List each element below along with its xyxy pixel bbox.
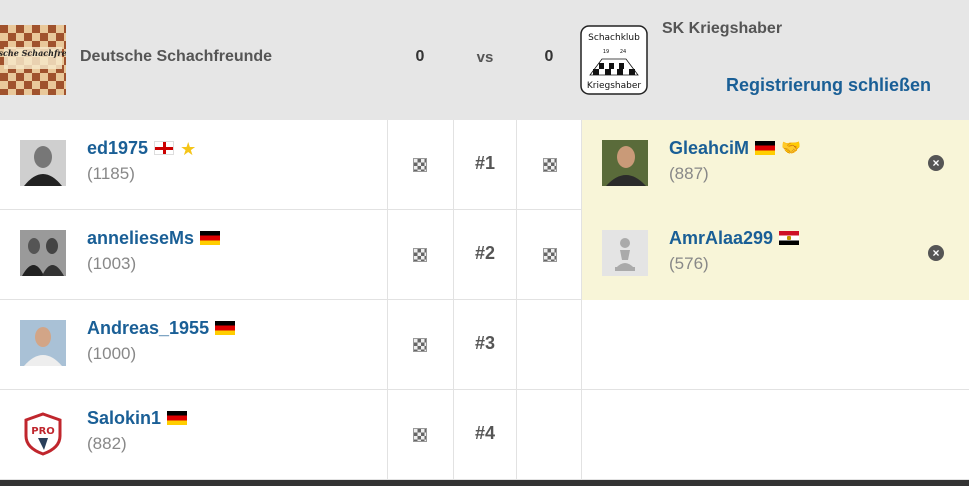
board-number: #4 <box>453 390 516 480</box>
germany-flag-icon <box>200 231 221 246</box>
chessboard-icon[interactable] <box>413 338 427 352</box>
home-player-name[interactable]: Salokin1 <box>87 408 188 429</box>
boards-table: ed1975 ★ (1185) #1 GleahciM 🤝 (887) × anne… <box>0 120 969 480</box>
match-header: Deutsche Schachfreunde Deutsche Schachfr… <box>0 0 969 120</box>
remove-circle-icon[interactable]: × <box>928 155 944 171</box>
player-name-text[interactable]: AmrAlaa299 <box>669 228 773 248</box>
home-player-rating: (1000) <box>87 344 137 363</box>
away-player-cell: GleahciM 🤝 (887) × <box>581 120 969 210</box>
home-score: 0 <box>415 48 425 65</box>
board-row: ed1975 ★ (1185) #1 GleahciM 🤝 (887) × <box>0 120 969 210</box>
home-player-name[interactable]: Andreas_1955 <box>87 318 236 339</box>
home-player-rating: (1185) <box>87 164 135 183</box>
avatar[interactable]: PRO <box>20 410 66 456</box>
home-team-name[interactable]: Deutsche Schachfreunde <box>80 48 272 66</box>
board-row: annelieseMs (1003) #2 AmrAlaa299 (576) × <box>0 210 969 300</box>
svg-text:PRO: PRO <box>31 426 55 437</box>
home-logo-line1: Deutsche Schachfreunde <box>0 48 66 58</box>
away-player-cell-empty <box>581 390 969 480</box>
away-player-rating: (576) <box>669 254 709 273</box>
chessboard-icon[interactable] <box>413 158 427 172</box>
home-team-logo[interactable]: Deutsche Schachfreunde <box>0 25 66 95</box>
board-row: PRO Salokin1 (882) #4 <box>0 390 969 480</box>
player-name-text[interactable]: annelieseMs <box>87 228 194 248</box>
egypt-flag-icon <box>779 231 800 246</box>
avatar[interactable] <box>20 230 66 276</box>
away-team-name[interactable]: SK Kriegshaber <box>662 20 782 38</box>
avatar[interactable] <box>602 140 648 186</box>
away-player-name[interactable]: GleahciM 🤝 <box>669 138 801 159</box>
england-flag-icon <box>154 141 175 156</box>
remove-circle-icon[interactable]: × <box>928 245 944 261</box>
away-logo-bottom-text: Kriegshaber <box>587 81 642 91</box>
away-logo-year-right: 24 <box>620 49 626 55</box>
handshake-icon: 🤝 <box>781 140 801 158</box>
home-player-name[interactable]: annelieseMs <box>87 228 221 249</box>
player-name-text[interactable]: Andreas_1955 <box>87 318 209 338</box>
away-logo-year-left: 19 <box>603 49 609 55</box>
player-name-text[interactable]: Salokin1 <box>87 408 161 428</box>
away-logo-top-text: Schachklub <box>588 33 640 43</box>
away-player-cell-empty <box>581 300 969 390</box>
star-icon: ★ <box>180 139 197 160</box>
germany-flag-icon <box>755 141 776 156</box>
player-name-text[interactable]: GleahciM <box>669 138 749 158</box>
close-registration-link[interactable]: Registrierung schließen <box>726 75 931 96</box>
chessboard-icon[interactable] <box>543 248 557 262</box>
germany-flag-icon <box>215 321 236 336</box>
board-row: Andreas_1955 (1000) #3 <box>0 300 969 390</box>
board-number: #2 <box>453 210 516 300</box>
chessboard-icon[interactable] <box>413 428 427 442</box>
avatar[interactable] <box>20 320 66 366</box>
away-player-cell: AmrAlaa299 (576) × <box>581 210 969 300</box>
away-player-name[interactable]: AmrAlaa299 <box>669 228 800 249</box>
away-player-rating: (887) <box>669 164 709 183</box>
chessboard-icon[interactable] <box>413 248 427 262</box>
board-number: #3 <box>453 300 516 390</box>
home-player-name[interactable]: ed1975 ★ <box>87 138 196 159</box>
avatar[interactable] <box>20 140 66 186</box>
chessboard-icon[interactable] <box>543 158 557 172</box>
vs-label: vs <box>476 49 494 66</box>
home-player-rating: (1003) <box>87 254 137 273</box>
player-name-text[interactable]: ed1975 <box>87 138 148 158</box>
home-player-rating: (882) <box>87 434 127 453</box>
avatar[interactable] <box>602 230 648 276</box>
away-team-logo[interactable]: Schachklub 19 24 Kriegshaber <box>580 25 648 95</box>
away-score: 0 <box>544 48 554 65</box>
board-number: #1 <box>453 120 516 210</box>
horizontal-scrollbar[interactable] <box>0 480 969 486</box>
germany-flag-icon <box>167 411 188 426</box>
